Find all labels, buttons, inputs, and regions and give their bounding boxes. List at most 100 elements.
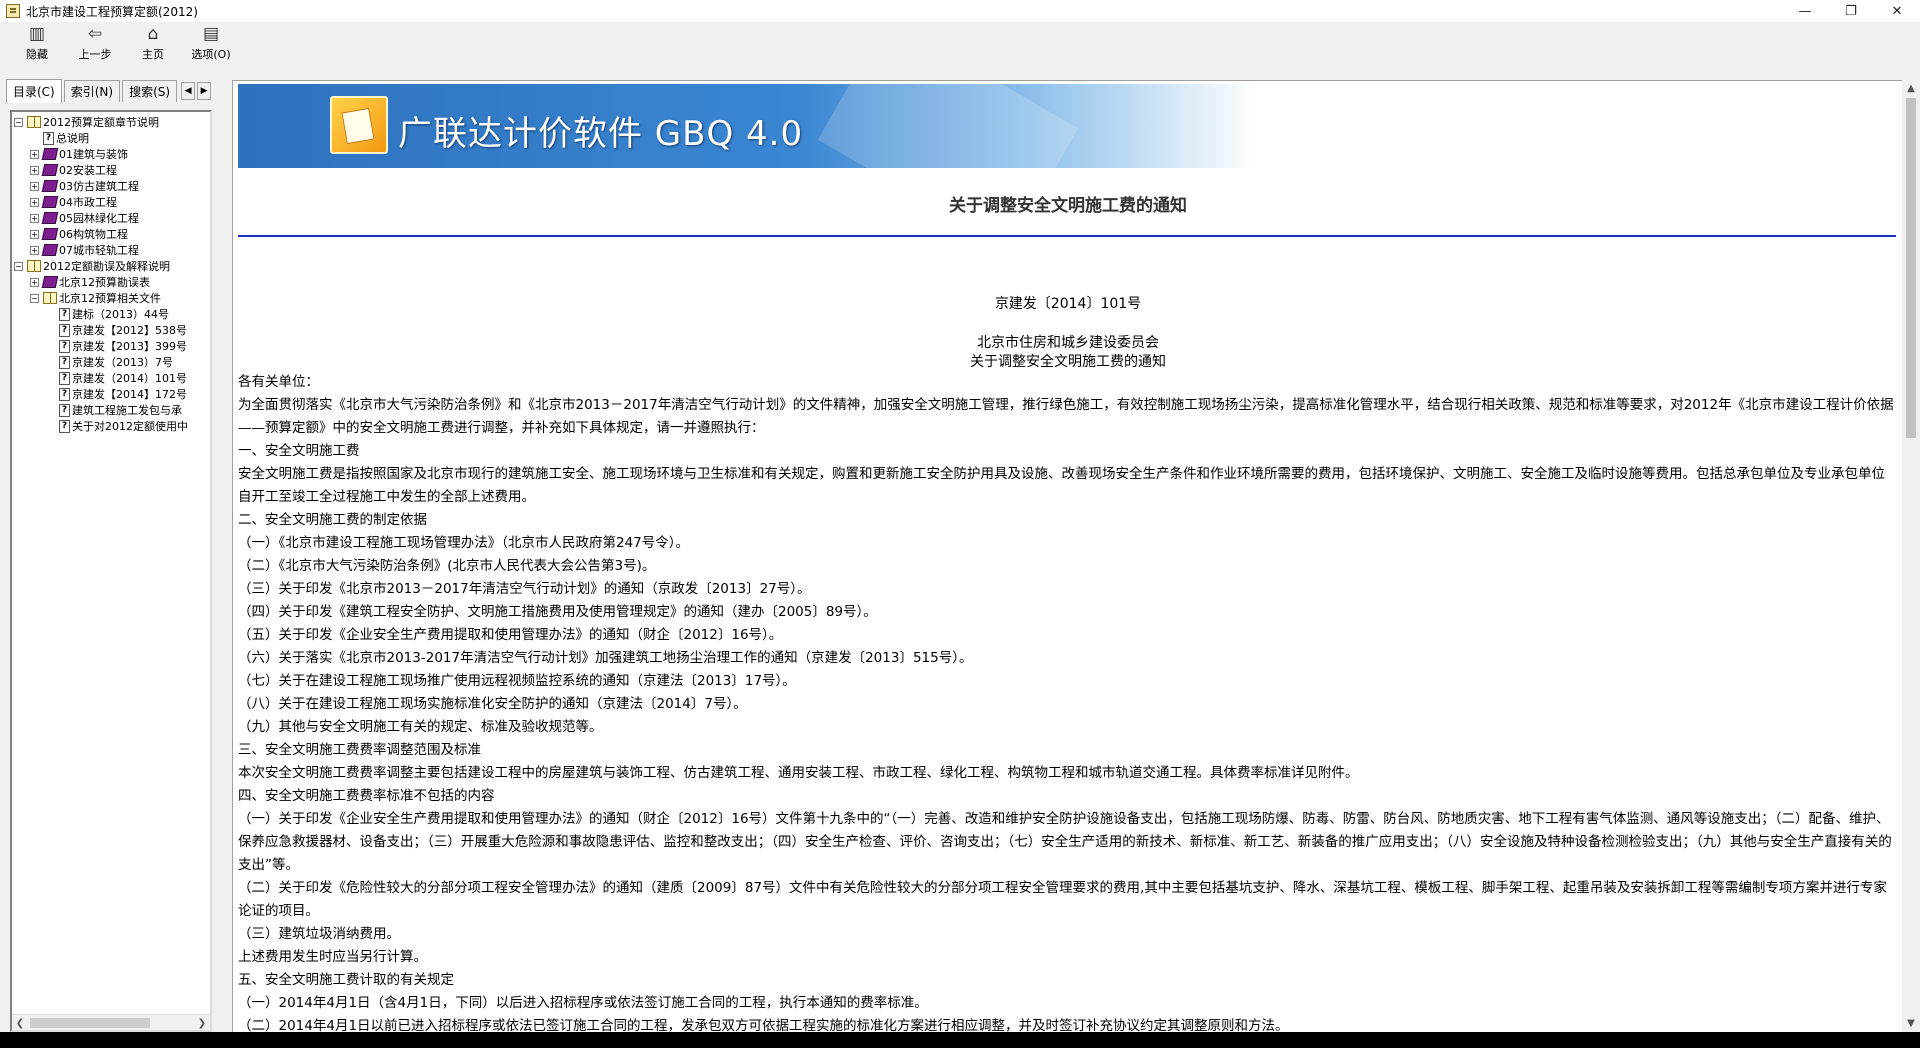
document-paragraph: （四）关于印发《建筑工程安全防护、文明施工措施费用及使用管理规定》的通知（建办〔… (238, 604, 877, 620)
tree-node[interactable]: +01建筑与装饰 (14, 146, 210, 162)
expand-icon[interactable]: + (30, 245, 39, 255)
home-button[interactable]: ⌂ 主页 (124, 22, 182, 64)
expand-icon[interactable]: + (30, 229, 39, 239)
scroll-down-icon[interactable]: ▼ (1902, 1015, 1920, 1032)
help-page-icon: ? (59, 419, 70, 433)
tree-node[interactable]: +02安装工程 (14, 162, 210, 178)
document-paragraph: 本次安全文明施工费费率调整主要包括建设工程中的房屋建筑与装饰工程、仿古建筑工程、… (238, 765, 1359, 781)
tree-node[interactable]: − 2012预算定额章节说明 (14, 114, 210, 130)
tree-node[interactable]: ? 关于对2012定额使用中 (14, 418, 210, 434)
tree-node[interactable]: − 2012定额勘误及解释说明 (14, 258, 210, 274)
document-number: 京建发〔2014〕101号 (994, 296, 1142, 312)
help-app-icon (6, 4, 20, 18)
help-page-icon: ? (59, 371, 70, 385)
tree-horizontal-scrollbar[interactable]: ❮ ❯ (12, 1014, 210, 1030)
tree-node[interactable]: − 北京12预算相关文件 (14, 290, 210, 306)
document-paragraph: （一）《北京市建设工程施工现场管理办法》（北京市人民政府第247号令）。 (238, 535, 690, 551)
expand-icon[interactable]: + (30, 165, 39, 175)
expand-icon[interactable]: + (30, 277, 39, 287)
back-button-label: 上一步 (78, 47, 112, 61)
closed-book-icon (41, 276, 59, 288)
tree-node-label: 北京12预算相关文件 (59, 292, 161, 305)
tree-node[interactable]: + 北京12预算勘误表 (14, 274, 210, 290)
scroll-right-icon[interactable]: ❯ (194, 1015, 210, 1030)
document-paragraph: 五、安全文明施工费计取的有关规定 (238, 972, 454, 988)
document-title: 关于调整安全文明施工费的通知 (949, 196, 1187, 216)
close-button[interactable]: ✕ (1874, 0, 1920, 22)
tree-node-label: 02安装工程 (59, 164, 117, 177)
document-paragraph: （三）关于印发《北京市2013－2017年清洁空气行动计划》的通知（京政发〔20… (238, 581, 811, 597)
tree-node[interactable]: +03仿古建筑工程 (14, 178, 210, 194)
collapse-icon[interactable]: − (14, 261, 23, 271)
restore-button[interactable]: ❐ (1828, 0, 1874, 22)
back-button[interactable]: ⇦ 上一步 (66, 22, 124, 64)
expand-icon[interactable]: + (30, 149, 39, 159)
tree-node[interactable]: ? 京建发【2012】538号 (14, 322, 210, 338)
help-page-icon: ? (59, 307, 70, 321)
hide-pane-icon: ▥ (28, 23, 46, 44)
collapse-icon[interactable]: − (30, 293, 39, 303)
tab-search[interactable]: 搜索(S) (122, 80, 178, 102)
document-paragraph: （二）《北京市大气污染防治条例》(北京市人民代表大会公告第3号)。 (238, 558, 656, 574)
tab-index[interactable]: 索引(N) (63, 80, 121, 102)
open-book-icon (43, 292, 57, 304)
scroll-up-icon[interactable]: ▲ (1902, 80, 1920, 97)
document-paragraph: （五）关于印发《企业安全生产费用提取和使用管理办法》的通知（财企〔2012〕16… (238, 627, 783, 643)
product-banner: 广联达计价软件 GBQ 4.0 (238, 84, 1258, 168)
home-button-label: 主页 (142, 47, 164, 61)
closed-book-icon (41, 212, 59, 224)
closed-book-icon (41, 228, 59, 240)
scroll-left-icon[interactable]: ❮ (12, 1015, 28, 1030)
tree-node[interactable]: +07城市轻轨工程 (14, 242, 210, 258)
tree-node-label: 总说明 (56, 132, 89, 145)
back-arrow-icon: ⇦ (87, 23, 103, 44)
minimize-button[interactable]: — (1782, 0, 1828, 22)
tree-node[interactable]: ? 京建发（2014）101号 (14, 370, 210, 386)
tree-node[interactable]: +04市政工程 (14, 194, 210, 210)
help-page-icon: ? (59, 323, 70, 337)
tree-node-label: 京建发【2013】399号 (72, 340, 187, 353)
scrollbar-thumb[interactable] (30, 1018, 150, 1028)
tree-node-label: 京建发【2014】172号 (72, 388, 187, 401)
closed-book-icon (41, 164, 59, 176)
tree-node-label: 建筑工程施工发包与承 (72, 404, 182, 417)
tree-node[interactable]: ? 建标（2013）44号 (14, 306, 210, 322)
expand-icon[interactable]: + (30, 181, 39, 191)
tree-node[interactable]: ? 建筑工程施工发包与承 (14, 402, 210, 418)
navigation-pane: 目录(C) 索引(N) 搜索(S) ◀ ▶ −2012预算定额章节说明? 总说明 +… (0, 64, 226, 1032)
title-divider (238, 235, 1896, 237)
document-paragraph: （八）关于在建设工程施工现场实施标准化安全防护的通知（京建法〔2014〕7号）。 (238, 696, 747, 712)
tree-node-label: 07城市轻轨工程 (59, 244, 139, 257)
options-icon: ▤ (202, 23, 220, 44)
document-paragraph: （一）关于印发《企业安全生产费用提取和使用管理办法》的通知（财企〔2012〕16… (238, 811, 1892, 873)
tree-node-label: 04市政工程 (59, 196, 117, 209)
document-subtitle: 关于调整安全文明施工费的通知 (970, 354, 1166, 370)
document-paragraph: 三、安全文明施工费费率调整范围及标准 (238, 742, 481, 758)
scrollbar-thumb[interactable] (1906, 98, 1916, 438)
tab-scroll-left-icon[interactable]: ◀ (181, 82, 196, 100)
tree-node[interactable]: +05园林绿化工程 (14, 210, 210, 226)
hide-button[interactable]: ▥ 隐藏 (8, 22, 66, 64)
nav-tabs: 目录(C) 索引(N) 搜索(S) ◀ ▶ (6, 78, 220, 103)
contents-tree: −2012预算定额章节说明? 总说明 +01建筑与装饰 +02安装工程 +03仿古建筑工… (14, 114, 210, 434)
tree-node[interactable]: ? 京建发【2014】172号 (14, 386, 210, 402)
tree-node[interactable]: +06构筑物工程 (14, 226, 210, 242)
document-paragraph: 四、安全文明施工费费率标准不包括的内容 (238, 788, 495, 804)
tab-scroll-right-icon[interactable]: ▶ (197, 82, 212, 100)
tree-node[interactable]: ? 京建发【2013】399号 (14, 338, 210, 354)
document-paragraph: （七）关于在建设工程施工现场推广使用远程视频监控系统的通知（京建法〔2013〕1… (238, 673, 796, 689)
tree-node-label: 03仿古建筑工程 (59, 180, 139, 193)
expand-icon[interactable]: + (30, 213, 39, 223)
collapse-icon[interactable]: − (14, 117, 23, 127)
tree-node[interactable]: ? 京建发（2013）7号 (14, 354, 210, 370)
tree-node[interactable]: ? 总说明 (14, 130, 210, 146)
document-vertical-scrollbar[interactable]: ▲ ▼ (1902, 80, 1920, 1032)
tab-contents[interactable]: 目录(C) (6, 79, 62, 103)
title-bar: 北京市建设工程预算定额(2012) — ❐ ✕ (0, 0, 1920, 22)
document-paragraph: （九）其他与安全文明施工有关的规定、标准及验收规范等。 (238, 719, 603, 735)
closed-book-icon (41, 148, 59, 160)
expand-icon[interactable]: + (30, 197, 39, 207)
open-book-icon (27, 116, 41, 128)
tree-node-label: 北京12预算勘误表 (59, 276, 150, 289)
options-button[interactable]: ▤ 选项(O) (182, 22, 240, 64)
